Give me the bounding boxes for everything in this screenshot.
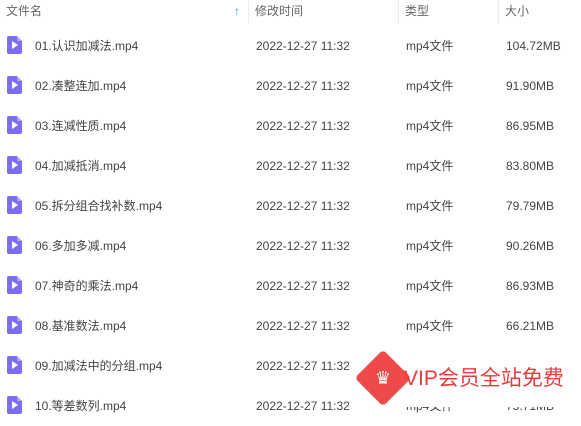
file-type: mp4文件: [406, 279, 454, 293]
video-file-icon: [7, 156, 22, 174]
video-file-icon: [7, 196, 22, 214]
file-type: mp4文件: [406, 239, 454, 253]
file-size: 90.26MB: [506, 239, 555, 253]
file-modified: 2022-12-27 11:32: [256, 319, 350, 333]
file-modified: 2022-12-27 11:32: [256, 159, 350, 173]
file-name: 01.认识加减法.mp4: [35, 39, 139, 53]
column-header-size-label: 大小: [505, 4, 530, 18]
file-modified: 2022-12-27 11:32: [256, 39, 350, 53]
file-name: 10.等差数列.mp4: [35, 399, 127, 413]
file-name: 08.基准数法.mp4: [35, 319, 127, 333]
video-file-icon: [7, 356, 22, 374]
video-file-icon: [7, 316, 22, 334]
file-size: 66.21MB: [506, 319, 555, 333]
file-name: 05.拆分组合找补数.mp4: [35, 199, 163, 213]
file-modified: 2022-12-27 11:32: [256, 239, 350, 253]
file-modified: 2022-12-27 11:32: [256, 79, 350, 93]
file-list-header: 文件名 ↑ 修改时间 类型 大小: [0, 0, 581, 24]
file-modified: 2022-12-27 11:32: [256, 279, 350, 293]
file-modified: 2022-12-27 11:32: [256, 359, 350, 373]
column-header-type[interactable]: 类型: [398, 0, 498, 24]
file-size: 104.72MB: [506, 39, 561, 53]
video-file-icon: [7, 396, 22, 414]
file-name: 06.多加多减.mp4: [35, 239, 127, 253]
file-name: 03.连减性质.mp4: [35, 119, 127, 133]
file-modified: 2022-12-27 11:32: [256, 199, 350, 213]
column-header-type-label: 类型: [405, 4, 430, 18]
video-file-icon: [7, 236, 22, 254]
file-row[interactable]: 03.连减性质.mp4 2022-12-27 11:32 mp4文件 86.95…: [0, 106, 581, 146]
video-file-icon: [7, 76, 22, 94]
file-name: 04.加减抵消.mp4: [35, 159, 127, 173]
file-size: 86.93MB: [506, 279, 555, 293]
video-file-icon: [7, 276, 22, 294]
file-type: mp4文件: [406, 159, 454, 173]
file-modified: 2022-12-27 11:32: [256, 399, 350, 413]
file-size: 83.80MB: [506, 159, 555, 173]
crown-icon: ♛: [374, 368, 392, 388]
file-name: 09.加减法中的分组.mp4: [35, 359, 163, 373]
column-header-name[interactable]: 文件名: [0, 0, 248, 24]
file-type: mp4文件: [406, 199, 454, 213]
sort-ascending-icon[interactable]: ↑: [232, 4, 242, 18]
file-row[interactable]: 02.凑整连加.mp4 2022-12-27 11:32 mp4文件 91.90…: [0, 66, 581, 106]
file-row[interactable]: 04.加减抵消.mp4 2022-12-27 11:32 mp4文件 83.80…: [0, 146, 581, 186]
column-header-size[interactable]: 大小: [498, 0, 581, 24]
file-size: 86.95MB: [506, 119, 555, 133]
file-size: 91.90MB: [506, 79, 555, 93]
file-row[interactable]: 01.认识加减法.mp4 2022-12-27 11:32 mp4文件 104.…: [0, 26, 581, 66]
file-type: mp4文件: [406, 39, 454, 53]
file-size: 79.79MB: [506, 199, 555, 213]
file-row[interactable]: 06.多加多减.mp4 2022-12-27 11:32 mp4文件 90.26…: [0, 226, 581, 266]
file-name: 07.神奇的乘法.mp4: [35, 279, 139, 293]
file-row[interactable]: 08.基准数法.mp4 2022-12-27 11:32 mp4文件 66.21…: [0, 306, 581, 346]
file-row[interactable]: 07.神奇的乘法.mp4 2022-12-27 11:32 mp4文件 86.9…: [0, 266, 581, 306]
file-type: mp4文件: [406, 79, 454, 93]
file-modified: 2022-12-27 11:32: [256, 119, 350, 133]
video-file-icon: [7, 116, 22, 134]
vip-promo-banner[interactable]: ♛ VIP会员全站免费: [354, 349, 565, 407]
column-header-name-label: 文件名: [6, 4, 43, 18]
file-row[interactable]: 05.拆分组合找补数.mp4 2022-12-27 11:32 mp4文件 79…: [0, 186, 581, 226]
file-type: mp4文件: [406, 319, 454, 333]
vip-promo-text: VIP会员全站免费: [404, 367, 564, 390]
video-file-icon: [7, 36, 22, 54]
column-header-modified-label: 修改时间: [255, 4, 304, 18]
file-name: 02.凑整连加.mp4: [35, 79, 127, 93]
column-header-modified[interactable]: 修改时间: [248, 0, 398, 24]
file-type: mp4文件: [406, 119, 454, 133]
